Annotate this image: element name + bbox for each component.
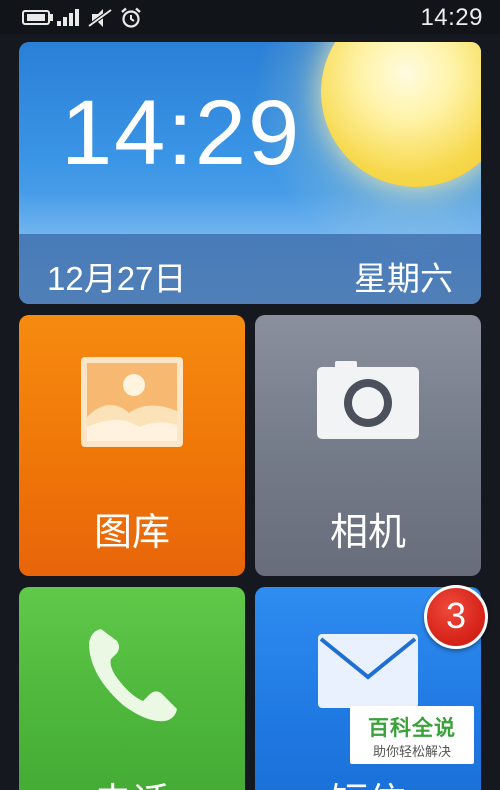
clock-weather-widget[interactable]: 14:29 12月27日 星期六: [19, 42, 481, 304]
signal-icon: [57, 9, 81, 26]
gallery-icon: [81, 357, 183, 447]
battery-tip: [50, 14, 53, 21]
phone-tile[interactable]: 电话: [19, 587, 245, 790]
unread-badge: 3: [424, 585, 488, 649]
gallery-tile[interactable]: 图库: [19, 315, 245, 576]
gallery-label: 图库: [93, 512, 170, 554]
phone-label: 电话: [19, 771, 245, 790]
status-bar: 14:29: [0, 0, 500, 34]
clock-time: 14:29: [61, 82, 302, 184]
date-bar: 12月27日 星期六: [19, 234, 481, 304]
camera-tile[interactable]: 相机: [255, 315, 481, 576]
watermark: 百科全说 助你轻松解决: [350, 706, 474, 764]
camera-icon: [317, 361, 419, 439]
clock-date: 12月27日: [47, 260, 187, 297]
mute-icon: [87, 8, 113, 28]
battery-icon: [22, 10, 50, 25]
watermark-title: 百科全说: [368, 717, 456, 740]
phone-icon: [89, 629, 177, 722]
clock-weekday: 星期六: [354, 260, 453, 297]
alarm-icon: [121, 7, 141, 28]
watermark-subtitle: 助你轻松解决: [372, 744, 451, 759]
status-time: 14:29: [420, 4, 483, 31]
envelope-icon: [318, 634, 418, 708]
sms-label: 短信: [255, 771, 481, 790]
camera-label: 相机: [329, 512, 406, 554]
